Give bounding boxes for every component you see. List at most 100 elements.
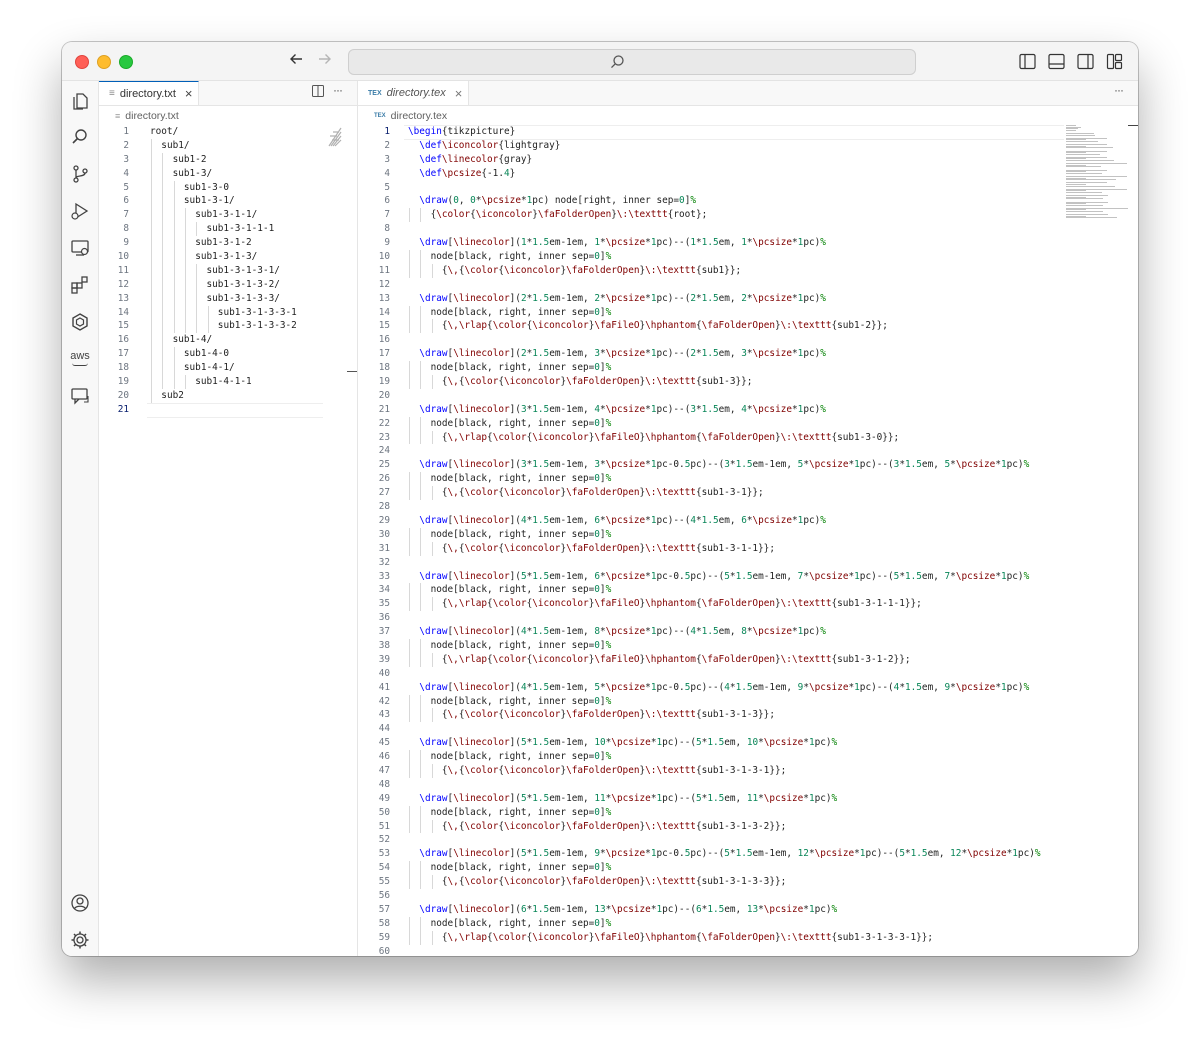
line-number: 11 <box>117 264 129 276</box>
left-code-editor[interactable]: 1 root/2 sub1/3 sub1-2 4 sub1-3/5 sub1-3-0 6 sub… <box>99 125 357 418</box>
code-line: 17 sub1-4-0 <box>99 347 357 362</box>
indent-guide <box>151 152 152 167</box>
code-text: {\,{\color{\iconcolor}\faFolderOpen}\:\t… <box>408 820 787 832</box>
close-window-button[interactable] <box>75 55 89 69</box>
account-icon[interactable] <box>70 893 90 913</box>
indent-guide <box>151 222 152 237</box>
code-text: node[black, right, inner sep=0]% <box>408 473 612 485</box>
line-number: 1 <box>384 126 390 137</box>
indent-guide <box>173 361 175 376</box>
code-text: \draw[\linecolor](5*1.5em-1em, 11*\pcsiz… <box>419 792 838 804</box>
tab-directory-txt[interactable]: ≡ directory.txt × <box>99 81 200 105</box>
right-tab-strip: TEX directory.tex × ··· <box>358 81 1138 106</box>
code-text: {\,\rlap{\color{\iconcolor}\faFileO}\hph… <box>408 931 934 943</box>
tab-directory-tex[interactable]: TEX directory.tex × <box>358 81 470 105</box>
code-line: 9 sub1-3-1-2 <box>99 236 357 251</box>
indent-guide <box>173 222 175 237</box>
toggle-primary-sidebar-icon[interactable] <box>1019 53 1036 70</box>
code-text: sub1-4-0 <box>183 348 230 360</box>
code-text: \draw[\linecolor](4*1.5em-1em, 5*\pcsize… <box>419 681 1030 693</box>
line-number: 19 <box>378 376 390 388</box>
indent-guide <box>151 361 152 376</box>
indent-guide <box>184 291 186 306</box>
code-text: \draw[\linecolor](5*1.5em-1em, 6*\pcsize… <box>419 570 1030 582</box>
explorer-icon[interactable] <box>70 91 90 111</box>
breadcrumb-file[interactable]: directory.txt <box>125 110 178 122</box>
code-line: 55 {\,{\color{\iconcolor}\faFolderOpen}\… <box>358 875 1138 889</box>
code-line: 41 \draw[\linecolor](4*1.5em-1em, 5*\pcs… <box>358 681 1138 695</box>
remote-explorer-icon[interactable] <box>70 238 90 258</box>
minimap-line <box>1066 191 1102 193</box>
source-control-icon[interactable] <box>70 164 90 184</box>
toggle-panel-icon[interactable] <box>1048 53 1065 70</box>
command-center-search[interactable] <box>348 49 916 75</box>
code-line: 26 node[black, right, inner sep=0]% <box>358 472 1138 487</box>
breadcrumb-file[interactable]: directory.tex <box>391 110 447 122</box>
indent-guide <box>184 375 186 389</box>
line-number: 22 <box>378 417 390 429</box>
code-line: 8 sub1-3-1-1-1 <box>99 222 357 237</box>
code-line: 6 \draw(0, 0*\pcsize*1pc) node[right, in… <box>358 194 1138 208</box>
code-line: 15 sub1-3-1-3-3-2 <box>99 319 357 334</box>
line-number: 17 <box>117 348 129 360</box>
code-text: sub1-4-1-1 <box>195 376 252 388</box>
indent-guide <box>184 208 186 223</box>
line-number: 51 <box>378 820 390 832</box>
split-editor-icon[interactable] <box>312 85 324 97</box>
zoom-window-button[interactable] <box>119 55 133 69</box>
line-number: 23 <box>378 431 390 443</box>
line-number: 37 <box>378 626 390 638</box>
code-line: 47 {\,{\color{\iconcolor}\faFolderOpen}\… <box>358 763 1138 778</box>
close-icon[interactable]: × <box>455 86 463 101</box>
indent-guide <box>151 236 152 251</box>
code-text: sub1/ <box>161 139 190 151</box>
code-line: 54 node[black, right, inner sep=0]% <box>358 861 1138 876</box>
code-line: 44 <box>358 722 1138 736</box>
indent-guide <box>173 291 175 306</box>
right-code-editor[interactable]: 1 \begin{tikzpicture} 2 \def\iconcolor{lig… <box>358 125 1138 956</box>
code-line: 30 node[black, right, inner sep=0]% <box>358 527 1138 542</box>
indent-guide <box>173 180 175 195</box>
scrollbar-thumb[interactable] <box>1128 125 1138 126</box>
code-line: 16 sub1-4/ <box>99 333 357 348</box>
code-line: 4 sub1-3/ <box>99 166 357 181</box>
line-number: 6 <box>384 195 390 207</box>
minimap[interactable] <box>1066 125 1128 221</box>
code-text: node[black, right, inner sep=0]% <box>408 751 612 763</box>
search-icon[interactable] <box>70 127 90 147</box>
code-line: 1 \begin{tikzpicture} <box>358 125 1138 140</box>
close-icon[interactable]: × <box>185 86 193 101</box>
code-text: {\color{\iconcolor}\faFolderOpen}\:\text… <box>408 209 708 221</box>
settings-gear-icon[interactable] <box>70 930 90 950</box>
sash-handle[interactable] <box>347 371 357 372</box>
indent-guide <box>162 152 164 167</box>
indent-guide <box>207 305 209 320</box>
code-text: \draw(0, 0*\pcsize*1pc) node[right, inne… <box>419 195 696 207</box>
customize-layout-icon[interactable] <box>1106 53 1123 70</box>
minimap-line <box>1066 129 1077 131</box>
line-number: 2 <box>123 139 129 151</box>
chat-icon[interactable] <box>70 386 90 406</box>
indent-guide <box>151 263 152 278</box>
more-actions-icon[interactable]: ··· <box>1114 83 1124 97</box>
run-debug-icon[interactable] <box>70 201 90 221</box>
hexagon-icon[interactable] <box>70 312 90 332</box>
more-actions-icon[interactable]: ··· <box>333 83 343 97</box>
minimap-line <box>1066 160 1114 162</box>
code-line: 9 \draw[\linecolor](1*1.5em-1em, 1*\pcsi… <box>358 236 1138 250</box>
minimize-window-button[interactable] <box>97 55 111 69</box>
back-arrow-icon[interactable] <box>288 51 304 71</box>
indent-guide <box>162 194 164 209</box>
line-number: 43 <box>378 709 390 721</box>
code-text: sub1-3-1-3-1/ <box>206 264 280 276</box>
line-number: 7 <box>384 209 390 221</box>
aws-icon[interactable]: aws <box>70 349 90 369</box>
line-number: 10 <box>117 251 129 263</box>
indent-guide <box>162 291 164 306</box>
extensions-icon[interactable] <box>70 275 90 295</box>
forward-arrow-icon[interactable] <box>317 51 333 71</box>
line-number: 14 <box>378 306 390 318</box>
toggle-secondary-sidebar-icon[interactable] <box>1077 53 1094 70</box>
code-text: {\,\rlap{\color{\iconcolor}\faFileO}\hph… <box>408 598 922 610</box>
code-line: 40 <box>358 667 1138 681</box>
